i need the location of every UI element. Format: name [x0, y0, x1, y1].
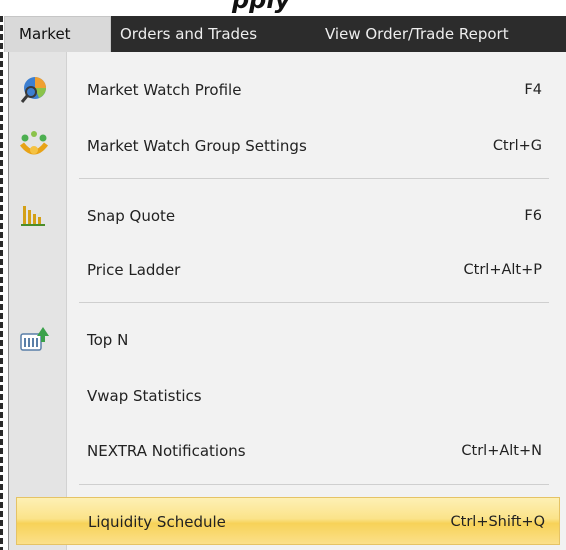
menu-item-label: Price Ladder	[87, 261, 181, 279]
top-n-icon	[19, 324, 49, 354]
menu-separator	[79, 302, 549, 303]
menubar-item-market[interactable]: Market	[4, 16, 111, 52]
menu-item-liquidity-schedule[interactable]: Liquidity Schedule Ctrl+Shift+Q	[16, 497, 560, 545]
menu-separator	[79, 484, 549, 485]
menu-item-label: Snap Quote	[87, 207, 176, 225]
menu-item-shortcut: Ctrl+Alt+N	[461, 443, 542, 459]
menu-item-label: Market Watch Profile	[87, 81, 242, 99]
menu-item-top-n[interactable]: Top N	[9, 316, 566, 364]
menubar: Market Orders and Trades View Order/Trad…	[4, 16, 566, 52]
cropped-heading-text: pply	[232, 0, 291, 14]
top-strip: pply	[0, 0, 566, 16]
menu-item-shortcut: F6	[524, 208, 542, 224]
menu-item-market-watch-profile[interactable]: Market Watch Profile F4	[9, 66, 566, 114]
menu-item-shortcut: F4	[524, 82, 542, 98]
menu-item-nextra-notifications[interactable]: NEXTRA Notifications Ctrl+Alt+N	[9, 427, 566, 475]
menubar-item-orders-and-trades[interactable]: Orders and Trades	[120, 16, 257, 52]
menu-item-label: NEXTRA Notifications	[87, 442, 246, 460]
menu-item-shortcut: Ctrl+Alt+P	[463, 262, 542, 278]
menu-item-vwap-statistics[interactable]: Vwap Statistics	[9, 372, 566, 420]
menu-item-snap-quote[interactable]: Snap Quote F6	[9, 192, 566, 240]
group-settings-icon	[19, 130, 49, 160]
menu-item-shortcut: Ctrl+G	[492, 138, 542, 154]
menu-item-label: Liquidity Schedule	[88, 513, 226, 531]
menu-item-label: Top N	[87, 331, 129, 349]
menu-item-shortcut: Ctrl+Shift+Q	[450, 514, 545, 530]
menu-item-label: Vwap Statistics	[87, 387, 202, 405]
market-watch-profile-icon	[19, 74, 49, 104]
menu-separator	[79, 178, 549, 179]
menubar-item-view-order-trade-report[interactable]: View Order/Trade Report	[325, 16, 509, 52]
snap-quote-icon	[19, 200, 49, 230]
market-dropdown-menu: Market Watch Profile F4 Market Watch Gro…	[8, 52, 566, 550]
window-left-edge	[0, 16, 3, 550]
menu-item-price-ladder[interactable]: Price Ladder Ctrl+Alt+P	[9, 246, 566, 294]
menu-item-market-watch-group-settings[interactable]: Market Watch Group Settings Ctrl+G	[9, 122, 566, 170]
menu-item-label: Market Watch Group Settings	[87, 137, 307, 155]
